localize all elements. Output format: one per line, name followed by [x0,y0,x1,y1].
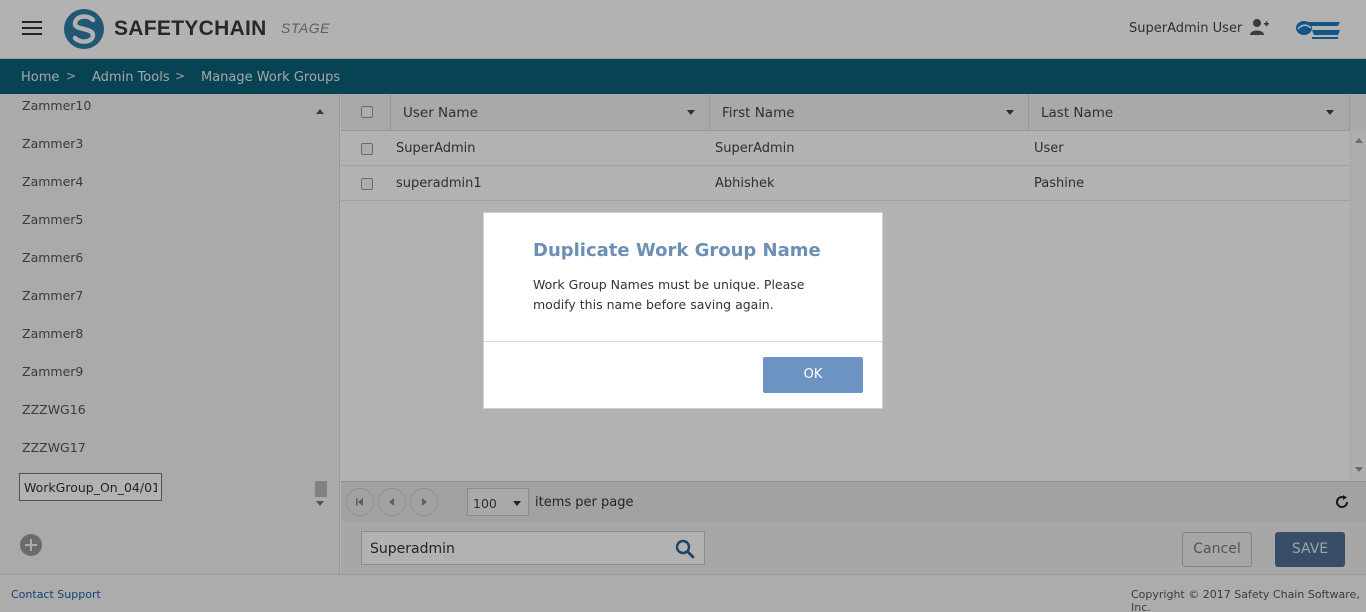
ok-button[interactable]: OK [763,357,863,393]
dialog-divider [484,341,882,342]
dialog-message: Work Group Names must be unique. Please … [533,277,805,312]
dialog-title: Duplicate Work Group Name [533,240,821,261]
duplicate-name-dialog: Duplicate Work Group Name Work Group Nam… [483,212,883,409]
